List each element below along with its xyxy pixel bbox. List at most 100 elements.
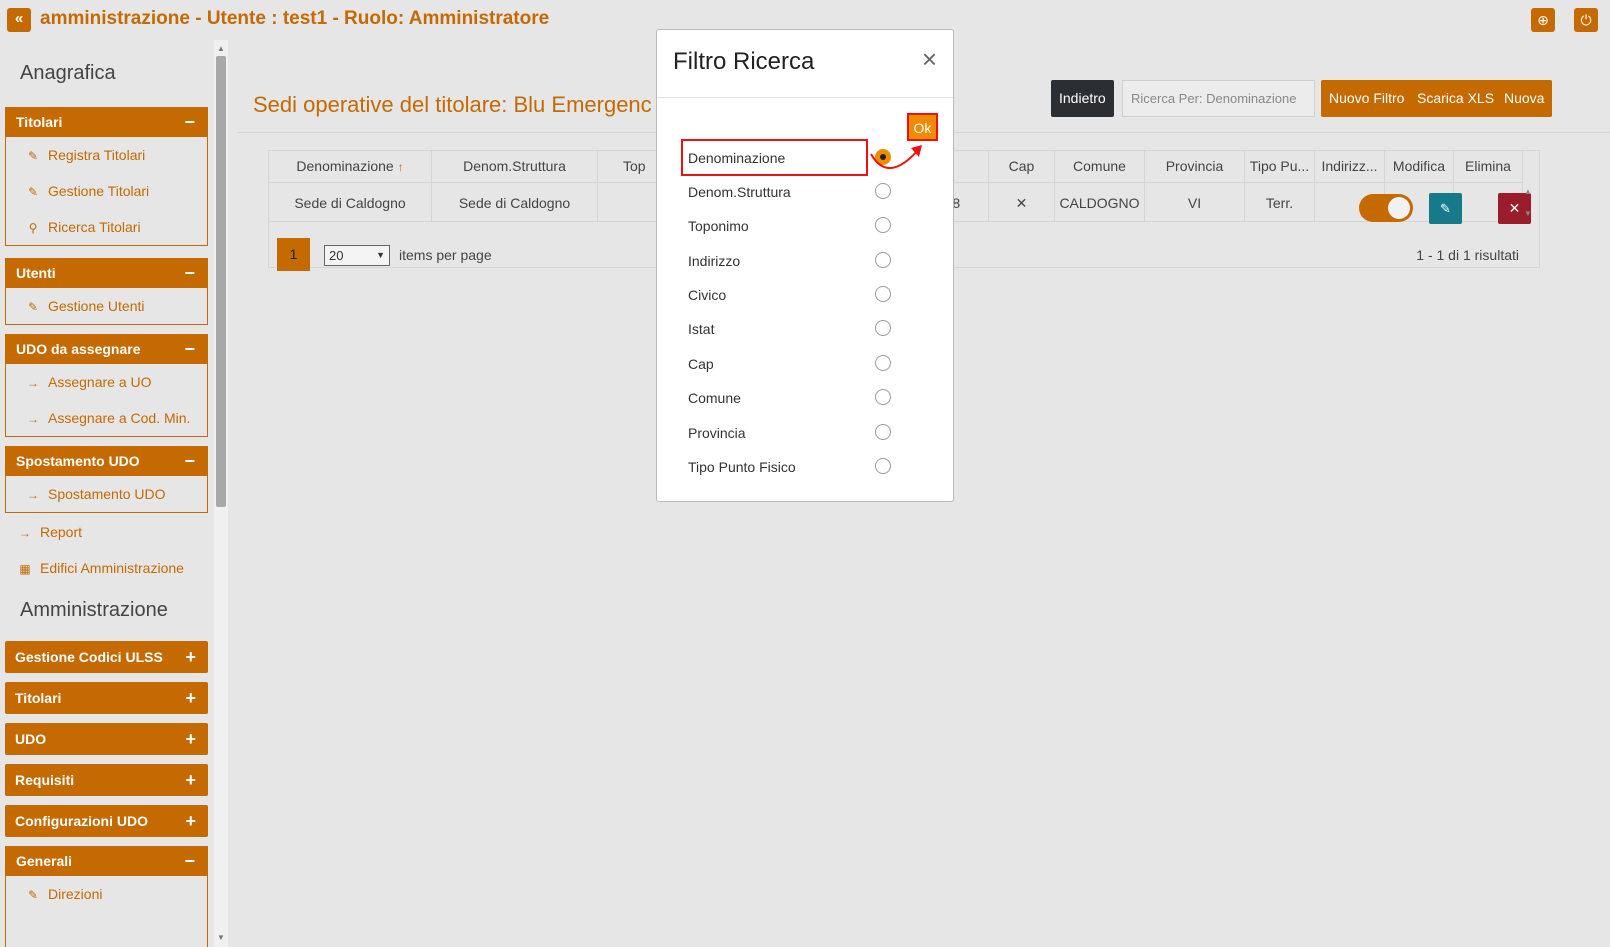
option-cap[interactable]: Cap — [688, 347, 923, 381]
option-comune[interactable]: Comune — [688, 381, 923, 415]
panel-configurazioni-udo[interactable]: Configurazioni UDO + — [5, 805, 208, 837]
radio-button[interactable] — [875, 286, 891, 302]
close-icon: ✕ — [989, 182, 1055, 222]
sidebar-item-edifici-amministrazione[interactable]: ▦ Edifici Amministrazione — [18, 560, 184, 576]
new-filter-button[interactable]: Nuovo Filtro — [1321, 80, 1413, 117]
panel-header-udo-assegnare[interactable]: UDO da assegnare − — [6, 335, 207, 364]
column-header-provincia[interactable]: Provincia — [1145, 151, 1245, 182]
modal-title: Filtro Ricerca — [673, 48, 815, 75]
column-header-indirizzo[interactable]: Indirizz... — [1315, 151, 1385, 182]
panel-header-utenti[interactable]: Utenti − — [6, 259, 207, 288]
sidebar-item-spostamento-udo[interactable]: → Spostamento UDO — [6, 476, 207, 512]
column-header-cap[interactable]: Cap — [989, 151, 1055, 182]
search-icon: ⚲ — [28, 221, 38, 235]
radio-button[interactable] — [875, 458, 891, 474]
download-xls-button[interactable]: Scarica XLS — [1409, 80, 1503, 117]
back-icon[interactable]: « — [7, 8, 31, 32]
page-title: Sedi operative del titolare: Blu Emergen… — [253, 92, 652, 117]
radio-button[interactable] — [875, 320, 891, 336]
option-istat[interactable]: Istat — [688, 312, 923, 346]
sidebar-item-gestione-titolari[interactable]: ✎ Gestione Titolari — [6, 173, 207, 209]
radio-button[interactable] — [875, 389, 891, 405]
sidebar-item-assegnare-uo[interactable]: → Assegnare a UO — [6, 364, 207, 400]
panel-spostamento-udo: Spostamento UDO − → Spostamento UDO — [5, 446, 208, 513]
sidebar-item-direzioni[interactable]: ✎ Direzioni — [6, 876, 207, 912]
radio-button[interactable] — [875, 217, 891, 233]
close-icon[interactable]: × — [922, 44, 937, 74]
option-civico[interactable]: Civico — [688, 278, 923, 312]
search-input[interactable]: Ricerca Per: Denominazione — [1122, 80, 1315, 117]
arrow-right-icon: → — [19, 526, 31, 540]
collapse-icon[interactable]: − — [184, 259, 195, 288]
collapse-icon[interactable]: − — [184, 847, 195, 876]
edit-icon: ✎ — [1440, 201, 1451, 216]
sidebar-item-assegnare-cod-min[interactable]: → Assegnare a Cod. Min. — [6, 400, 207, 436]
page-size-select[interactable]: 20 ▼ — [324, 245, 390, 266]
edit-button[interactable]: ✎ — [1429, 193, 1462, 224]
filter-modal: Filtro Ricerca × Ok Denominazione Denom.… — [656, 29, 954, 502]
sidebar-item-registra-titolari[interactable]: ✎ Registra Titolari — [6, 137, 207, 173]
option-indirizzo[interactable]: Indirizzo — [688, 244, 923, 278]
panel-header-titolari[interactable]: Titolari − — [6, 108, 207, 137]
close-icon: ✕ — [1508, 200, 1521, 216]
option-tipo-punto-fisico[interactable]: Tipo Punto Fisico — [688, 450, 923, 484]
panel-header-generali[interactable]: Generali − — [6, 847, 207, 876]
ok-button[interactable]: Ok — [907, 113, 938, 141]
pager-page-1[interactable]: 1 — [277, 238, 310, 271]
radio-button[interactable] — [875, 424, 891, 440]
building-icon: ▦ — [19, 562, 31, 576]
panel-utenti: Utenti − ✎ Gestione Utenti — [5, 258, 208, 325]
scrollbar-thumb[interactable] — [216, 56, 226, 507]
cell-denom-struttura: Sede di Caldogno — [432, 182, 598, 222]
expand-icon[interactable]: + — [185, 723, 196, 755]
column-header-denom-struttura[interactable]: Denom.Struttura — [432, 151, 598, 182]
expand-icon[interactable]: + — [185, 682, 196, 714]
cell-tipo-punto: Terr. — [1245, 182, 1315, 222]
arrow-right-icon: → — [27, 376, 39, 390]
option-toponimo[interactable]: Toponimo — [688, 209, 923, 243]
cell-denominazione: Sede di Caldogno — [269, 182, 432, 222]
sort-asc-icon: ↑ — [397, 160, 404, 174]
sidebar-item-gestione-utenti[interactable]: ✎ Gestione Utenti — [6, 288, 207, 324]
cell-comune: CALDOGNO — [1055, 182, 1145, 222]
option-provincia[interactable]: Provincia — [688, 416, 923, 450]
scroll-up-icon[interactable]: ▲ — [214, 42, 228, 56]
sidebar-scrollbar[interactable]: ▲ ▼ — [214, 40, 228, 947]
panel-udo-assegnare: UDO da assegnare − → Assegnare a UO → Asseg… — [5, 334, 208, 437]
section-title-anagrafica: Anagrafica — [20, 62, 116, 84]
panel-requisiti[interactable]: Requisiti + — [5, 764, 208, 796]
indirizzo-toggle[interactable] — [1359, 194, 1413, 222]
user-edit-icon: ✎ — [27, 149, 39, 163]
expand-icon[interactable]: + — [185, 764, 196, 796]
new-button[interactable]: Nuova — [1496, 80, 1553, 117]
expand-icon[interactable]: + — [185, 805, 196, 837]
panel-gestione-codici-ulss[interactable]: Gestione Codici ULSS + — [5, 641, 208, 673]
panel-udo[interactable]: UDO + — [5, 723, 208, 755]
scroll-down-icon[interactable]: ▼ — [214, 931, 228, 945]
column-header-elimina: Elimina — [1454, 151, 1523, 182]
collapse-icon[interactable]: − — [184, 108, 195, 137]
scroll-down-icon[interactable]: ▼ — [1524, 209, 1532, 218]
column-header-comune[interactable]: Comune — [1055, 151, 1145, 182]
sidebar-item-report[interactable]: → Report — [18, 524, 82, 540]
expand-icon[interactable]: + — [185, 641, 196, 673]
sidebar-item-ricerca-titolari[interactable]: ⚲ Ricerca Titolari — [6, 209, 207, 245]
panel-titolari-admin[interactable]: Titolari + — [5, 682, 208, 714]
collapse-icon[interactable]: − — [184, 447, 195, 476]
scroll-up-icon[interactable]: ▲ — [1524, 187, 1532, 196]
edit-icon: ✎ — [27, 185, 39, 199]
radio-button[interactable] — [875, 355, 891, 371]
collapse-icon[interactable]: − — [184, 335, 195, 364]
radio-button[interactable] — [875, 252, 891, 268]
back-button[interactable]: Indietro — [1051, 80, 1114, 117]
panel-generali: Generali − ✎ Direzioni — [5, 846, 208, 947]
power-icon[interactable]: ⏻ — [1574, 8, 1598, 32]
items-per-page-label: items per page — [399, 247, 492, 263]
column-header-tipo-punto[interactable]: Tipo Pu... — [1245, 151, 1315, 182]
globe-icon[interactable]: ⊕ — [1531, 8, 1555, 32]
user-edit-icon: ✎ — [27, 300, 39, 314]
panel-header-spostamento-udo[interactable]: Spostamento UDO − — [6, 447, 207, 476]
user-edit-icon: ✎ — [27, 888, 39, 902]
column-header-denominazione[interactable]: Denominazione ↑ — [269, 151, 432, 182]
cell-provincia: VI — [1145, 182, 1245, 222]
